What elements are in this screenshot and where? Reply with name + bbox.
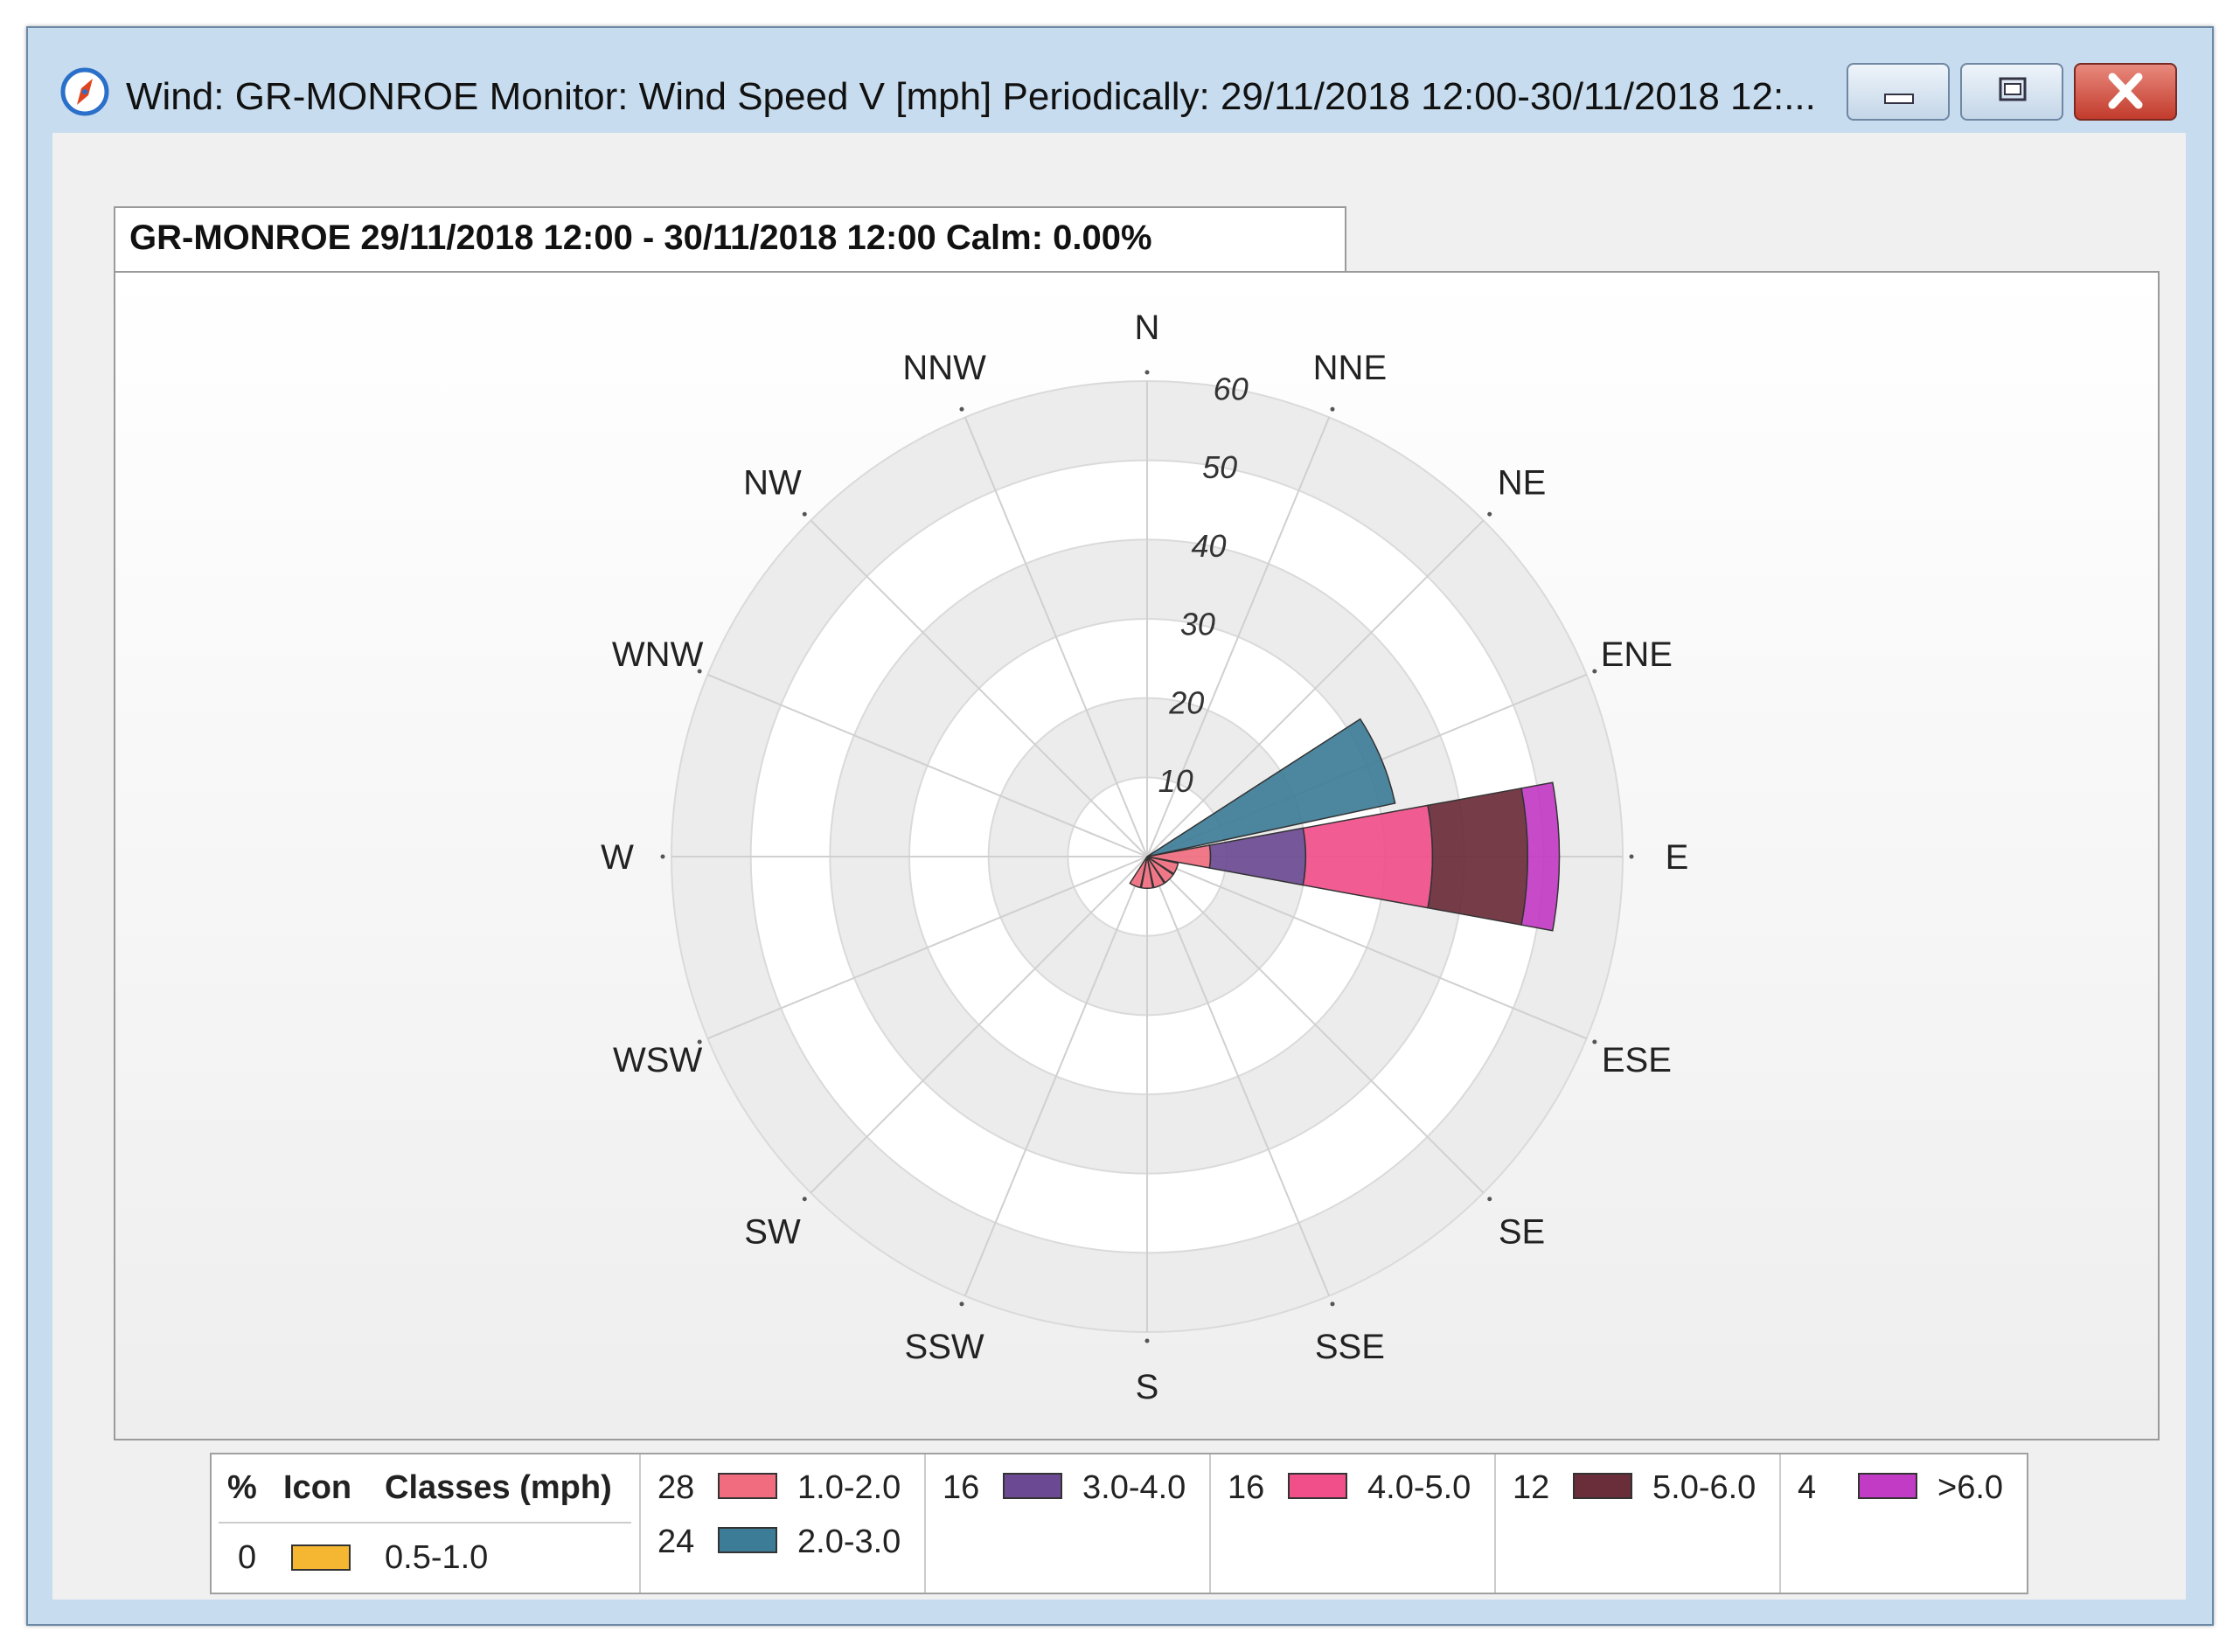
legend-panel: % Icon Classes (mph) 0 0.5-1.0 28 1.0-2.0 24 2.0… [210,1453,2028,1594]
legend-swatch-0 [291,1544,351,1571]
direction-label-sse: SSE [1315,1328,1385,1366]
tick-sw [802,1197,807,1202]
close-button[interactable] [2074,63,2177,121]
minimize-button[interactable] [1847,63,1950,121]
direction-label-ese: ESE [1602,1041,1672,1079]
tick-ne [1487,511,1492,517]
legend-class-0: 0.5-1.0 [385,1539,488,1576]
direction-label-nw: NW [743,463,802,502]
tick-sse [1330,1301,1335,1307]
maximize-icon [1999,77,2027,101]
direction-label-se: SE [1499,1213,1545,1252]
legend-swatch-3 [1003,1473,1062,1499]
legend-percent-1: 28 [657,1469,694,1506]
radial-label-30: 30 [1180,607,1215,642]
legend-header-percent: % [227,1469,257,1506]
radial-label-10: 10 [1158,763,1193,799]
legend-class-3: 3.0-4.0 [1082,1469,1186,1506]
radial-label-40: 40 [1191,528,1226,564]
tick-ene [1592,669,1597,674]
legend-percent-3: 16 [943,1469,979,1506]
direction-label-wsw: WSW [613,1041,702,1079]
tick-se [1487,1197,1492,1202]
legend-percent-6: 4 [1798,1469,1816,1506]
chart-group-tab: GR-MONROE 29/11/2018 12:00 - 30/11/2018 … [114,206,1346,273]
direction-label-w: W [601,838,634,877]
direction-label-n: N [1135,309,1160,347]
maximize-button[interactable] [1960,63,2063,121]
direction-label-ene: ENE [1601,635,1673,674]
legend-class-1: 1.0-2.0 [797,1469,901,1506]
direction-label-wnw: WNW [612,635,704,674]
close-icon [2108,73,2143,109]
legend-swatch-5 [1573,1473,1632,1499]
direction-label-sw: SW [744,1213,801,1252]
tick-nnw [959,406,964,412]
tick-w [660,854,665,859]
radial-label-60: 60 [1214,371,1249,406]
tick-nw [802,511,807,517]
wind-rose-chart: N NNE NE ENE E ESE SE SSE S SSW SW WSW W WNW NW NNW 10 20… [601,309,1689,1406]
radial-label-50: 50 [1202,449,1237,485]
direction-label-ssw: SSW [905,1328,984,1366]
petal-e-5-0-6-0 [1427,787,1528,927]
legend-swatch-6 [1858,1473,1917,1499]
radial-label-20: 20 [1168,684,1204,720]
legend-header-icon: Icon [283,1469,351,1506]
legend-header-classes: Classes (mph) [385,1469,612,1506]
chart-group-title: GR-MONROE 29/11/2018 12:00 - 30/11/2018 … [129,219,1152,257]
direction-label-nnw: NNW [902,349,986,387]
window-title: Wind: GR-MONROE Monitor: Wind Speed V [m… [126,75,1816,118]
legend-percent-5: 12 [1513,1469,1549,1506]
tick-ese [1592,1039,1597,1045]
tick-e [1629,854,1634,859]
tick-s [1144,1338,1150,1343]
legend: % Icon Classes (mph) 0 0.5-1.0 28 1.0-2.0 24 2.0… [219,1454,2003,1593]
legend-swatch-1 [718,1473,777,1499]
direction-label-nne: NNE [1313,349,1387,387]
wind-rose-panel: N NNE NE ENE E ESE SE SSE S SSW SW WSW W WNW NW NNW 10 20… [114,271,2160,1440]
direction-label-ne: NE [1498,463,1547,502]
direction-label-e: E [1666,838,1689,877]
minimize-icon [1884,94,1914,104]
tick-ssw [959,1301,964,1307]
wind-rose-window: Wind: GR-MONROE Monitor: Wind Speed V [m… [26,26,2214,1626]
direction-label-s: S [1136,1368,1159,1406]
compass-icon [60,67,109,116]
tick-n [1144,370,1150,375]
legend-class-6: >6.0 [1937,1469,2003,1506]
title-bar[interactable]: Wind: GR-MONROE Monitor: Wind Speed V [m… [28,28,2212,133]
legend-swatch-2 [718,1527,777,1553]
legend-percent-4: 16 [1228,1469,1264,1506]
client-area: GR-MONROE 29/11/2018 12:00 - 30/11/2018 … [52,133,2186,1600]
legend-swatch-4 [1288,1473,1347,1499]
legend-class-4: 4.0-5.0 [1367,1469,1471,1506]
tick-nne [1330,406,1335,412]
legend-class-5: 5.0-6.0 [1652,1469,1756,1506]
petal-e--6-0 [1520,781,1561,932]
legend-percent-2: 24 [657,1524,694,1560]
legend-percent-0: 0 [238,1539,256,1576]
legend-class-2: 2.0-3.0 [797,1524,901,1560]
